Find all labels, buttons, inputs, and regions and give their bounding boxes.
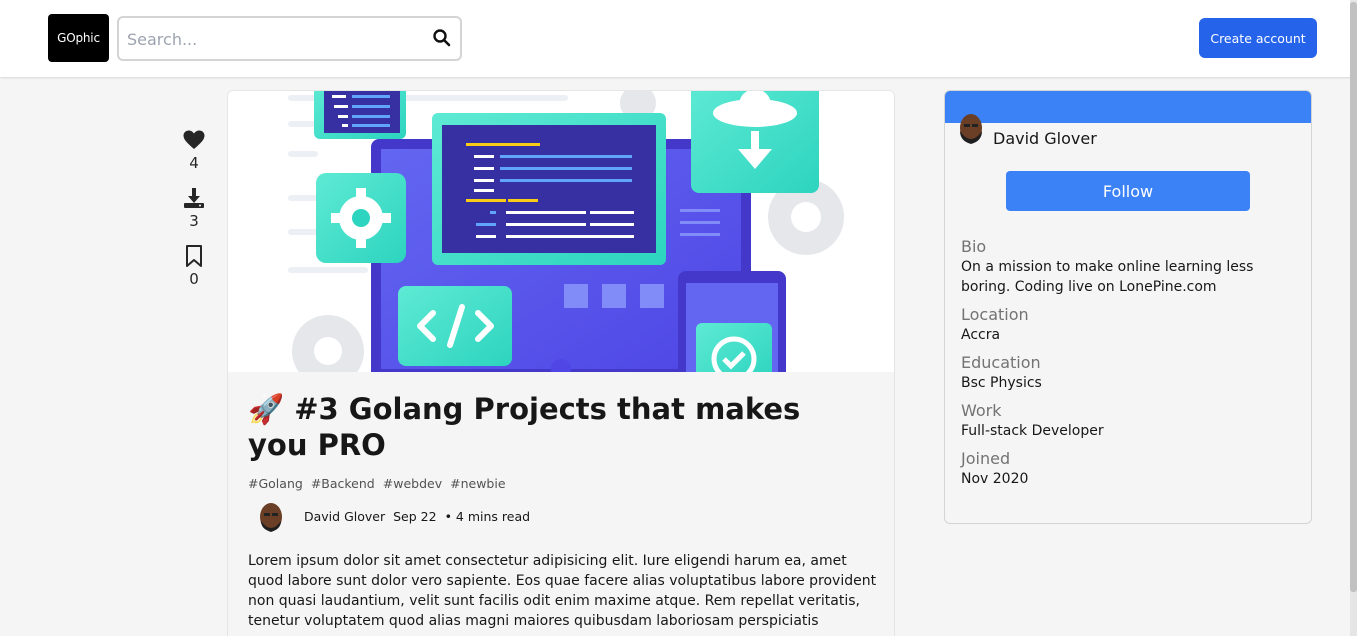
location-label: Location [961,305,1029,324]
bio-value: On a mission to make online learning les… [961,259,1254,295]
tag-link[interactable]: #webdev [383,476,442,491]
education-section: Education Bsc Physics [961,353,1301,393]
author-meta: David Glover Sep 22 • 4 mins read [256,499,534,533]
profile-avatar[interactable] [957,111,985,145]
publish-date: Sep 22 [393,508,437,524]
follow-button[interactable]: Follow [1006,171,1250,211]
rocket-icon: 🚀 [248,392,285,426]
scrollbar-thumb[interactable] [1350,2,1357,592]
education-value: Bsc Physics [961,375,1042,391]
author-name[interactable]: David Glover [304,509,385,524]
location-value: Accra [961,327,1001,343]
work-section: Work Full-stack Developer [961,401,1301,441]
download-icon[interactable] [182,186,206,210]
reactions-bar: 4 3 0 [172,128,216,302]
author-avatar[interactable] [256,499,286,533]
joined-label: Joined [961,449,1011,468]
article-body: Lorem ipsum dolor sit amet consectetur a… [248,553,877,629]
education-label: Education [961,353,1041,372]
bookmark-reaction[interactable]: 0 [172,244,216,288]
bookmark-count: 0 [189,270,199,288]
profile-banner [945,91,1311,123]
location-section: Location Accra [961,305,1301,345]
joined-value: Nov 2020 [961,471,1029,487]
top-header: GOphic Create account [0,0,1350,77]
author-profile-card: David Glover Follow Bio On a mission to … [944,90,1312,524]
work-label: Work [961,401,1002,420]
search-icon[interactable] [432,28,452,48]
tag-list: #Golang #Backend #webdev #newbie [248,476,506,491]
download-reaction[interactable]: 3 [172,186,216,230]
bio-section: Bio On a mission to make online learning… [961,237,1301,297]
tag-link[interactable]: #Backend [311,476,375,491]
coding-illustration [288,91,844,372]
like-reaction[interactable]: 4 [172,128,216,172]
tag-link[interactable]: #Golang [248,476,303,491]
tag-link[interactable]: #newbie [450,476,505,491]
profile-details: Bio On a mission to make online learning… [961,237,1301,497]
search-box[interactable] [117,16,462,61]
site-logo[interactable]: GOphic [48,14,109,62]
read-time: • 4 mins read [444,508,531,524]
article-title: 🚀 #3 Golang Projects that makes you PRO [248,391,868,463]
search-input[interactable] [127,27,427,51]
download-count: 3 [189,212,199,230]
joined-section: Joined Nov 2020 [961,449,1301,489]
article-title-text: #3 Golang Projects that makes you PRO [248,392,801,462]
create-account-button[interactable]: Create account [1199,18,1317,58]
page-scrollbar[interactable] [1350,0,1357,636]
bookmark-icon[interactable] [182,244,206,268]
like-count: 4 [189,154,199,172]
bio-label: Bio [961,237,987,256]
work-value: Full-stack Developer [961,423,1104,439]
heart-icon[interactable] [182,128,206,152]
article-card: 🚀 #3 Golang Projects that makes you PRO … [227,90,895,636]
cover-illustration [228,91,894,372]
profile-name[interactable]: David Glover [993,129,1097,148]
